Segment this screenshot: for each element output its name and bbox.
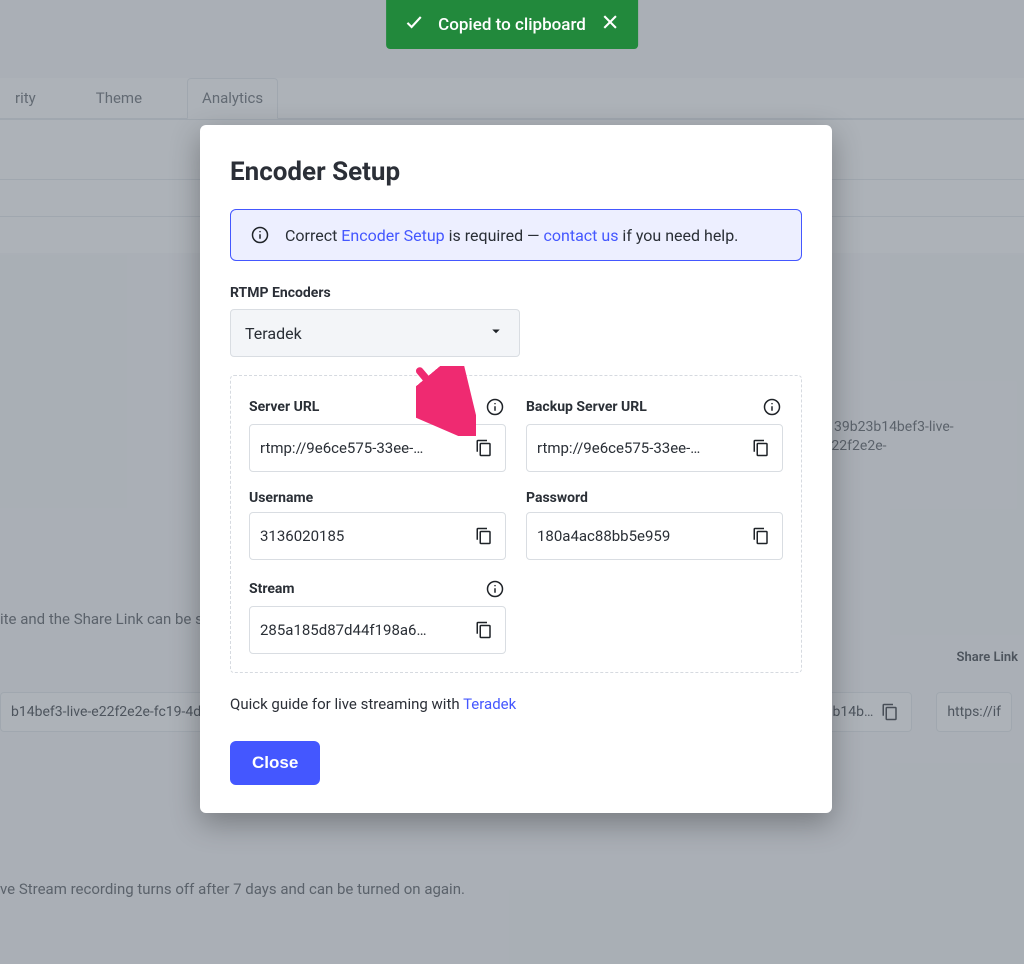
server-url-value-box: rtmp://9e6ce575-33ee-2d5a-6… <box>249 424 506 472</box>
modal-title: Encoder Setup <box>230 157 802 187</box>
stream-value: 285a185d87d44f198a698610… <box>260 621 430 639</box>
info-icon <box>249 224 271 246</box>
stream-value-box: 285a185d87d44f198a698610… <box>249 606 506 654</box>
info-icon[interactable] <box>484 396 506 418</box>
backup-server-url-value: rtmp://9e6ce575-33ee-2d5a-6… <box>537 439 707 457</box>
username-value-box: 3136020185 <box>249 512 506 560</box>
copy-backup-server-url-button[interactable] <box>750 437 772 459</box>
check-icon <box>404 12 424 37</box>
link-encoder-setup[interactable]: Encoder Setup <box>341 226 444 245</box>
encoder-selected-value: Teradek <box>245 324 302 343</box>
field-stream: Stream 285a185d87d44f198a698610… <box>249 578 506 654</box>
toast-close-icon[interactable] <box>600 12 620 37</box>
username-value: 3136020185 <box>260 527 344 545</box>
link-contact-us[interactable]: contact us <box>544 226 619 245</box>
toast-message: Copied to clipboard <box>438 15 586 35</box>
field-server-url: Server URL rtmp://9e6ce575-33ee-2d5a-6… <box>249 396 506 472</box>
close-button[interactable]: Close <box>230 741 320 785</box>
stream-label: Stream <box>249 581 295 597</box>
copy-password-button[interactable] <box>750 525 772 547</box>
backup-server-url-label: Backup Server URL <box>526 399 647 415</box>
encoder-setup-modal: Encoder Setup Correct Encoder Setup is r… <box>200 125 832 813</box>
password-value: 180a4ac88bb5e959 <box>537 527 670 545</box>
info-banner: Correct Encoder Setup is required — cont… <box>230 209 802 261</box>
password-label: Password <box>526 490 588 506</box>
copy-server-url-button[interactable] <box>473 437 495 459</box>
toast-copied: Copied to clipboard <box>386 0 638 49</box>
server-url-value: rtmp://9e6ce575-33ee-2d5a-6… <box>260 439 430 457</box>
field-username: Username 3136020185 <box>249 490 506 560</box>
info-icon[interactable] <box>761 396 783 418</box>
encoder-fields-panel: Server URL rtmp://9e6ce575-33ee-2d5a-6… … <box>230 375 802 673</box>
info-banner-text: Correct Encoder Setup is required — cont… <box>285 226 738 245</box>
link-teradek-guide[interactable]: Teradek <box>463 695 516 713</box>
chevron-down-icon <box>487 322 505 344</box>
field-backup-server-url: Backup Server URL rtmp://9e6ce575-33ee-2… <box>526 396 783 472</box>
rtmp-encoders-label: RTMP Encoders <box>230 285 802 301</box>
password-value-box: 180a4ac88bb5e959 <box>526 512 783 560</box>
encoder-select[interactable]: Teradek <box>230 309 520 357</box>
copy-stream-button[interactable] <box>473 619 495 641</box>
copy-username-button[interactable] <box>473 525 495 547</box>
server-url-label: Server URL <box>249 399 319 415</box>
backup-server-url-value-box: rtmp://9e6ce575-33ee-2d5a-6… <box>526 424 783 472</box>
quick-guide-text: Quick guide for live streaming with Tera… <box>230 695 802 713</box>
username-label: Username <box>249 490 313 506</box>
info-icon[interactable] <box>484 578 506 600</box>
field-password: Password 180a4ac88bb5e959 <box>526 490 783 560</box>
